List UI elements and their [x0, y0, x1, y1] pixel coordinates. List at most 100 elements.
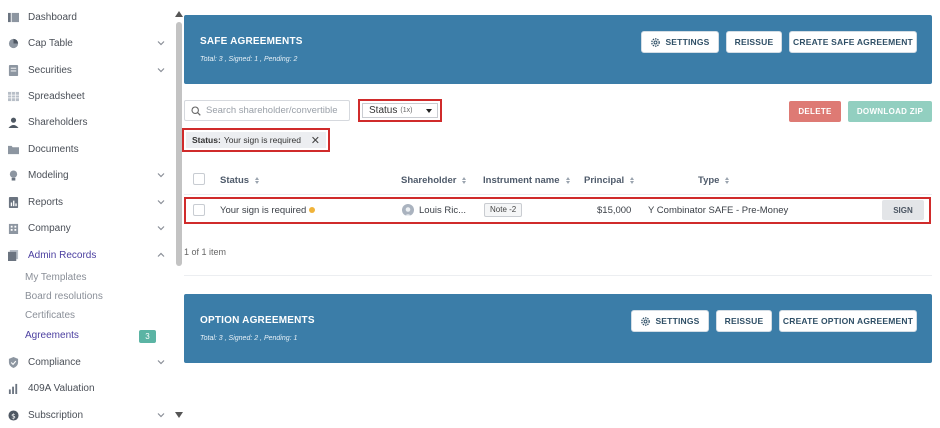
- sidebar-item-label: Documents: [28, 143, 79, 155]
- sidebar-scrollbar[interactable]: [174, 8, 184, 422]
- row-type: Y Combinator SAFE - Pre-Money: [648, 205, 789, 216]
- sidebar-item-dashboard[interactable]: Dashboard: [8, 7, 170, 27]
- sidebar-item-label: Company: [28, 222, 71, 234]
- dollar-icon: $: [8, 409, 19, 421]
- sidebar-item-subscription[interactable]: $ Subscription: [8, 405, 170, 425]
- sidebar-item-reports[interactable]: Reports: [8, 192, 170, 212]
- safe-reissue-button[interactable]: REISSUE: [726, 31, 782, 53]
- column-header-principal[interactable]: Principal: [584, 175, 635, 186]
- row-status: Your sign is required: [220, 205, 316, 216]
- sidebar-item-409a-valuation[interactable]: 409A Valuation: [8, 378, 170, 398]
- sidebar-subitem-my-templates[interactable]: My Templates: [25, 271, 87, 285]
- sidebar-item-documents[interactable]: Documents: [8, 139, 170, 159]
- chevron-down-icon: [157, 173, 165, 178]
- avatar: [402, 204, 414, 216]
- option-settings-button[interactable]: SETTINGS: [631, 310, 709, 332]
- delete-button[interactable]: DELETE: [789, 101, 841, 122]
- safe-settings-label: SETTINGS: [665, 37, 710, 47]
- spreadsheet-icon: [8, 91, 19, 102]
- option-agreements-title: OPTION AGREEMENTS: [200, 315, 315, 326]
- column-header-type[interactable]: Type: [698, 175, 730, 186]
- certificate-icon: [8, 64, 19, 76]
- sort-icon[interactable]: [630, 177, 635, 184]
- row-status-text: Your sign is required: [220, 205, 307, 216]
- sidebar-subitem-agreements[interactable]: Agreements: [25, 329, 79, 343]
- safe-settings-button[interactable]: SETTINGS: [641, 31, 719, 53]
- chevron-down-icon: [157, 226, 165, 231]
- create-option-agreement-button[interactable]: CREATE OPTION AGREEMENT: [779, 310, 917, 332]
- column-header-shareholder[interactable]: Shareholder: [401, 175, 467, 186]
- sign-button[interactable]: SIGN: [882, 200, 924, 220]
- safe-agreements-title: SAFE AGREEMENTS: [200, 36, 303, 47]
- row-shareholder[interactable]: Louis Ric...: [419, 205, 466, 216]
- table-header-divider: [184, 194, 932, 195]
- sidebar-item-label: 409A Valuation: [28, 382, 95, 394]
- sidebar-item-cap-table[interactable]: Cap Table: [8, 33, 170, 53]
- status-filter-dropdown[interactable]: Status (1x): [362, 103, 438, 118]
- search-icon: [191, 105, 201, 116]
- sidebar-item-spreadsheet[interactable]: Spreadsheet: [8, 86, 170, 106]
- chevron-down-icon: [157, 200, 165, 205]
- sort-icon[interactable]: [565, 177, 570, 184]
- folder-icon: [8, 144, 19, 155]
- column-header-instrument[interactable]: Instrument name: [483, 175, 570, 186]
- sidebar-subitem-board-resolutions[interactable]: Board resolutions: [25, 290, 103, 304]
- download-zip-button[interactable]: DOWNLOAD ZIP: [848, 101, 932, 122]
- safe-agreements-header: SAFE AGREEMENTS Total: 3 , Signed: 1 , P…: [184, 15, 932, 84]
- status-filter-label: Status: [369, 105, 398, 116]
- sidebar-item-label: Dashboard: [28, 11, 77, 23]
- create-safe-agreement-button[interactable]: CREATE SAFE AGREEMENT: [789, 31, 917, 53]
- option-agreements-header: OPTION AGREEMENTS Total: 3 , Signed: 2 ,…: [184, 294, 932, 363]
- sidebar-item-compliance[interactable]: Compliance: [8, 352, 170, 372]
- sort-icon[interactable]: [462, 177, 467, 184]
- chevron-down-icon: [157, 413, 165, 418]
- filter-value: Your sign is required: [223, 135, 301, 145]
- sidebar-item-label: Securities: [28, 64, 72, 76]
- column-header-label: Principal: [584, 175, 625, 186]
- shield-icon: [8, 356, 19, 368]
- option-reissue-button[interactable]: REISSUE: [716, 310, 772, 332]
- sort-icon[interactable]: [255, 177, 260, 184]
- sidebar: Dashboard Cap Table Securities Spreadshe…: [0, 0, 172, 428]
- sidebar-item-label: Compliance: [28, 356, 81, 368]
- option-settings-label: SETTINGS: [655, 316, 700, 326]
- close-icon[interactable]: ✕: [311, 134, 320, 147]
- scroll-up-arrow-icon[interactable]: [175, 11, 183, 17]
- sidebar-item-label: Shareholders: [28, 116, 88, 128]
- sidebar-item-label: Admin Records: [28, 249, 97, 261]
- row-principal: $15,000: [597, 205, 632, 216]
- safe-agreements-summary: Total: 3 , Signed: 1 , Pending: 2: [200, 56, 298, 63]
- search-input[interactable]: [206, 105, 346, 116]
- dashboard-icon: [8, 12, 19, 23]
- column-header-label: Type: [698, 175, 720, 186]
- svg-text:$: $: [11, 411, 16, 420]
- instrument-chip: Note -2: [484, 203, 523, 217]
- sidebar-item-label: Modeling: [28, 169, 69, 181]
- status-filter-count: (1x): [400, 107, 413, 114]
- column-header-status[interactable]: Status: [220, 175, 260, 186]
- option-agreements-summary: Total: 3 , Signed: 2 , Pending: 1: [200, 335, 298, 342]
- sidebar-item-modeling[interactable]: Modeling: [8, 165, 170, 185]
- active-filter-chip: Status: Your sign is required ✕: [186, 132, 326, 148]
- sidebar-item-admin-records[interactable]: Admin Records: [8, 245, 170, 265]
- sort-icon[interactable]: [725, 177, 730, 184]
- scroll-down-arrow-icon[interactable]: [175, 412, 183, 418]
- active-filter-highlight: Status: Your sign is required ✕: [182, 128, 330, 152]
- status-filter-highlight: Status (1x): [358, 99, 442, 122]
- select-all-checkbox[interactable]: [193, 173, 205, 185]
- sidebar-item-shareholders[interactable]: Shareholders: [8, 112, 170, 132]
- sidebar-item-securities[interactable]: Securities: [8, 60, 170, 80]
- chevron-down-icon: [157, 360, 165, 365]
- sidebar-item-label: Subscription: [28, 409, 84, 421]
- sidebar-item-label: Cap Table: [28, 37, 73, 49]
- row-checkbox[interactable]: [193, 204, 205, 216]
- section-divider: [184, 275, 932, 276]
- search-box[interactable]: [184, 100, 350, 121]
- sidebar-item-company[interactable]: Company: [8, 218, 170, 238]
- pie-chart-icon: [8, 38, 19, 49]
- sidebar-subitem-certificates[interactable]: Certificates: [25, 309, 75, 323]
- report-icon: [8, 196, 19, 208]
- gear-icon: [651, 37, 661, 47]
- gear-icon: [641, 316, 651, 326]
- chevron-down-icon: [157, 41, 165, 46]
